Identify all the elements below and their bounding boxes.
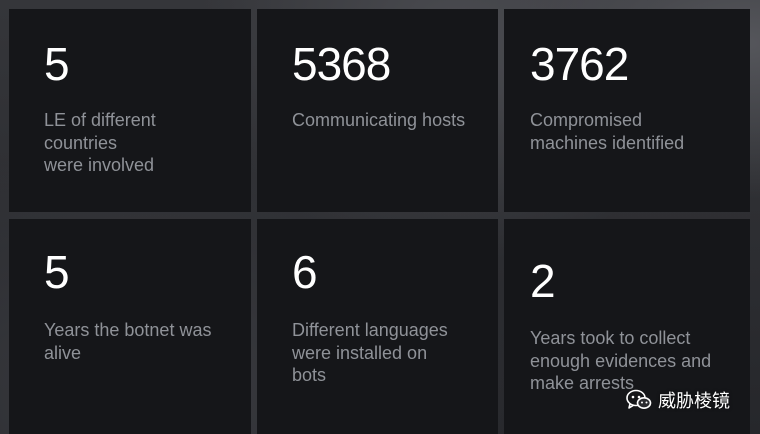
stat-value: 6 — [292, 246, 318, 298]
watermark: 威胁棱镜 — [626, 386, 730, 414]
stat-card-communicating-hosts: 5368 Communicating hosts — [257, 9, 498, 212]
stat-label: Communicating hosts — [292, 110, 466, 130]
stat-label: Different languages were installed on bo… — [292, 320, 448, 385]
watermark-text: 威胁棱镜 — [658, 391, 730, 412]
stat-label: LE of different countries were involved — [44, 110, 156, 175]
stat-card-le-countries: 5 LE of different countries were involve… — [9, 9, 251, 212]
stat-card-languages: 6 Different languages were installed on … — [257, 219, 498, 434]
stat-value: 2 — [530, 255, 556, 307]
stat-value: 5 — [44, 38, 70, 90]
stat-card-botnet-years: 5 Years the botnet was alive — [9, 219, 251, 434]
stat-value: 5 — [44, 246, 70, 298]
stat-card-compromised-machines: 3762 Compromised machines identified — [504, 9, 750, 212]
stat-label: Years took to collect enough evidences a… — [530, 328, 712, 393]
stat-label: Compromised machines identified — [530, 110, 685, 153]
stats-grid: 5 LE of different countries were involve… — [0, 0, 760, 434]
wechat-icon — [626, 389, 652, 411]
stat-value: 5368 — [292, 38, 391, 90]
stat-value: 3762 — [530, 38, 629, 90]
stat-label: Years the botnet was alive — [44, 320, 212, 363]
